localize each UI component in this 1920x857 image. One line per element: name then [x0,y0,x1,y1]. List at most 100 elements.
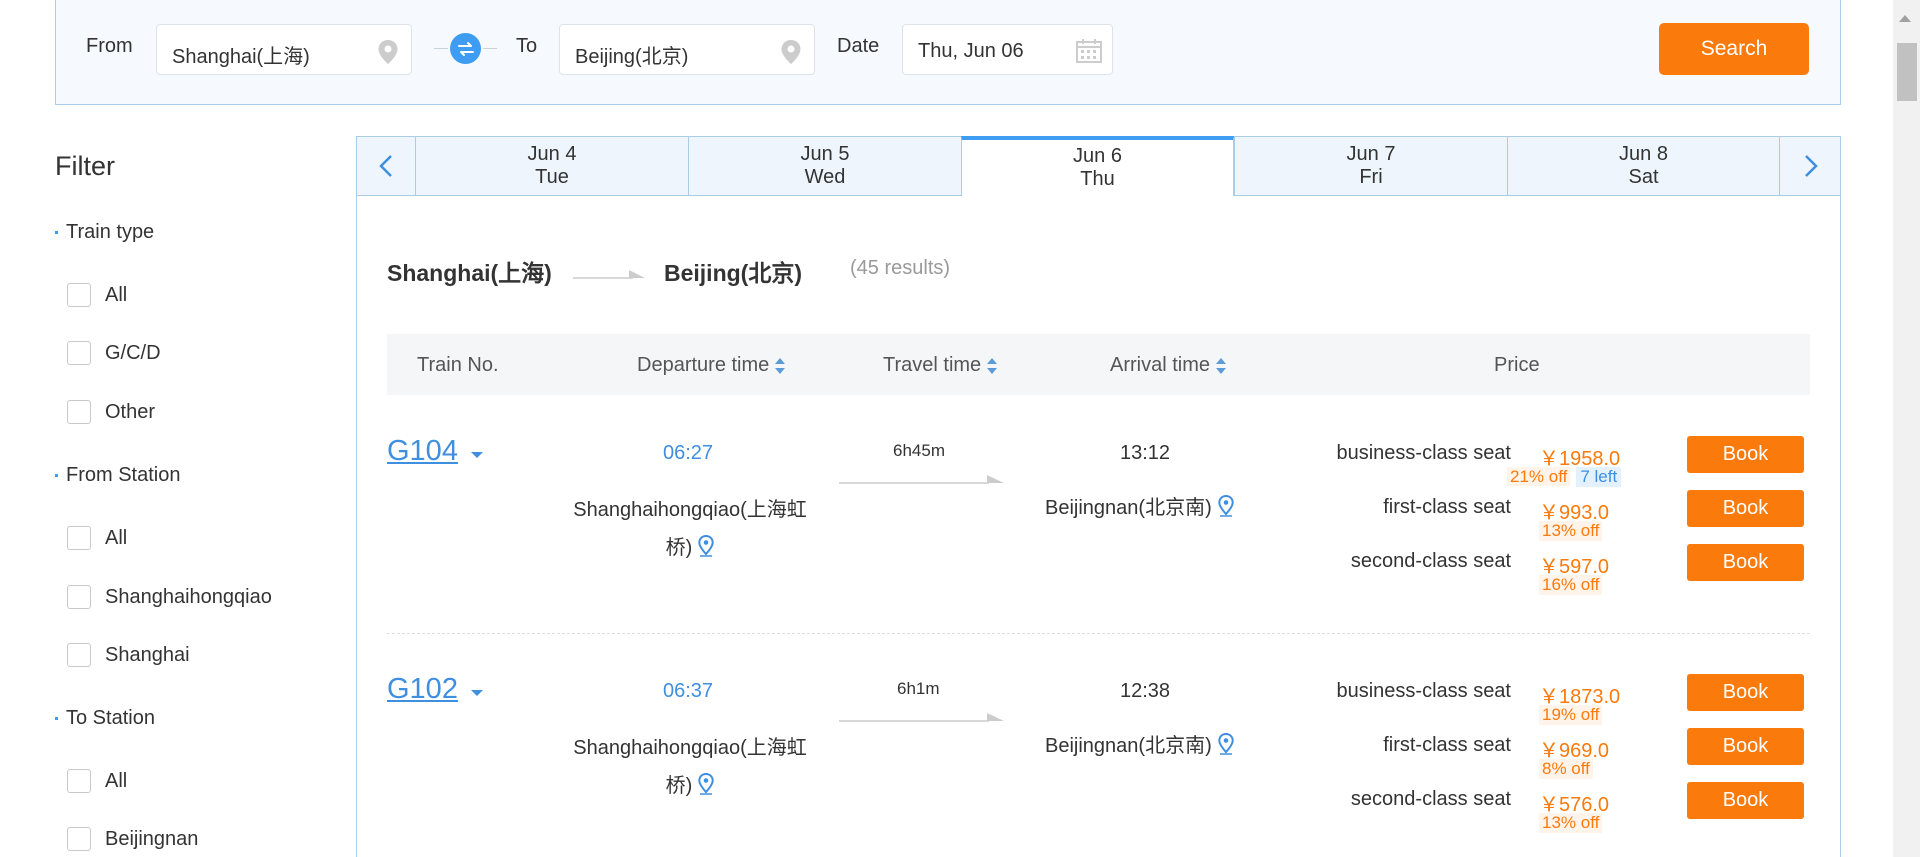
swap-line-left [434,48,448,49]
search-button[interactable]: Search [1659,23,1809,75]
discount-badge: 8% off [1539,759,1593,779]
bullet-dot [55,474,58,478]
search-bar: From Shanghai(上海) To Beijing(北京) Date Th… [55,0,1841,105]
filter-group-title: To Station [66,707,155,729]
prev-date-button[interactable] [357,137,415,195]
filter-option-shanghai[interactable]: Shanghai [67,643,190,667]
caret-down-icon[interactable] [471,452,483,458]
arrival-station: Beijingnan(北京南) [1045,491,1234,520]
date-tab-day: Wed [804,166,846,188]
to-input[interactable]: Beijing(北京) [559,24,815,75]
discount-badge: 13% off [1539,813,1603,833]
filter-group-train-type: Train type [55,221,154,244]
from-input[interactable]: Shanghai(上海) [156,24,412,75]
date-tab-jun6[interactable]: Jun 6 Thu [961,136,1234,196]
book-button[interactable]: Book [1687,544,1804,581]
book-button[interactable]: Book [1687,436,1804,473]
date-input[interactable]: Thu, Jun 06 [902,24,1113,75]
location-pin-icon[interactable] [698,535,715,557]
scroll-up-arrow-icon[interactable] [1899,15,1911,22]
filter-option-beijingnan[interactable]: Beijingnan [67,827,198,851]
departure-station-line: Shanghaihongqiao(上海虹 [573,737,807,759]
checkbox[interactable] [67,585,91,609]
train-number-link[interactable]: G102 [387,673,458,706]
checkbox[interactable] [67,643,91,667]
filter-option-shanghaihongqiao[interactable]: Shanghaihongqiao [67,585,272,609]
chevron-left-icon [379,155,392,177]
book-button[interactable]: Book [1687,728,1804,765]
date-tab-jun8[interactable]: Jun 8 Sat [1507,137,1780,195]
to-label: To [516,35,538,57]
swap-line-right [483,48,497,49]
seat-name: first-class seat [1383,496,1511,518]
table-row: G102 06:37 Shanghaihongqiao(上海虹 桥) 6h1m … [357,633,1804,857]
header-arrival-time[interactable]: Arrival time [1110,354,1227,377]
location-pin-icon[interactable] [698,773,715,795]
date-tab-date: Jun 5 [800,143,850,165]
checkbox[interactable] [67,341,91,365]
train-number-link[interactable]: G104 [387,435,458,468]
scroll-thumb[interactable] [1897,43,1917,101]
location-pin-icon [378,40,398,64]
chevron-right-icon [1805,155,1818,177]
location-pin-icon[interactable] [1218,495,1234,517]
date-tab-jun7[interactable]: Jun 7 Fri [1234,137,1507,195]
filter-option-label: Other [105,400,156,423]
filter-group-title: Train type [66,221,155,243]
filter-group-title: From Station [66,464,181,486]
location-pin-icon[interactable] [1218,733,1234,755]
filter-option-from-all[interactable]: All [67,526,127,550]
header-train-no: Train No. [417,354,499,376]
filter-option-label: G/C/D [105,341,161,364]
filter-option-other[interactable]: Other [67,400,155,424]
seat-option-business: business-class seat ￥1958.0 21% off 7 lef… [1237,436,1807,496]
seat-discount-row: 21% off 7 left [1507,467,1622,487]
departure-station: Shanghaihongqiao(上海虹 桥) [565,491,815,567]
checkbox[interactable] [67,400,91,424]
date-tab-date: Jun 8 [1619,143,1668,165]
filter-option-gcd[interactable]: G/C/D [67,341,161,365]
bullet-dot [55,231,58,235]
discount-badge: 19% off [1539,705,1603,725]
header-label: Travel time [883,354,982,376]
date-tab-jun5[interactable]: Jun 5 Wed [688,137,961,195]
seat-option-business: business-class seat ￥1873.0 19% off Book [1237,674,1807,734]
departure-station-line: 桥) [665,537,693,559]
seat-name: business-class seat [1336,680,1511,702]
header-label: Departure time [637,354,770,376]
date-label: Date [837,35,880,57]
checkbox[interactable] [67,769,91,793]
filter-option-label: Shanghaihongqiao [105,585,272,608]
swap-button[interactable] [450,33,481,64]
scrollbar[interactable] [1893,0,1920,857]
from-value: Shanghai(上海) [172,46,310,68]
filter-option-label: All [105,526,128,549]
header-travel-time[interactable]: Travel time [883,354,998,377]
book-button[interactable]: Book [1687,782,1804,819]
header-departure-time[interactable]: Departure time [637,354,786,377]
next-date-button[interactable] [1782,137,1840,195]
page: From Shanghai(上海) To Beijing(北京) Date Th… [0,0,1920,857]
arrival-time: 12:38 [1120,680,1171,702]
caret-down-icon[interactable] [471,690,483,696]
book-button[interactable]: Book [1687,674,1804,711]
filter-title: Filter [55,151,115,181]
checkbox[interactable] [67,526,91,550]
bullet-dot [55,717,58,721]
filter-group-to-station: To Station [55,707,155,730]
book-button[interactable]: Book [1687,490,1804,527]
seat-name: business-class seat [1336,442,1511,464]
filter-option-train-type-all[interactable]: All [67,283,127,307]
seat-option-first: first-class seat ￥993.0 13% off Book [1237,490,1807,550]
date-tab-jun4[interactable]: Jun 4 Tue [415,137,688,195]
checkbox[interactable] [67,283,91,307]
checkbox[interactable] [67,827,91,851]
table-row: G104 06:27 Shanghaihongqiao(上海虹 桥) 6h45m… [357,395,1804,633]
from-label: From [86,35,133,57]
filter-option-to-all[interactable]: All [67,769,127,793]
travel-time: 6h45m [893,441,945,460]
discount-badge: 16% off [1539,575,1603,595]
date-tab-day: Tue [535,166,569,188]
arrival-station: Beijingnan(北京南) [1045,729,1234,758]
to-value: Beijing(北京) [575,46,689,68]
